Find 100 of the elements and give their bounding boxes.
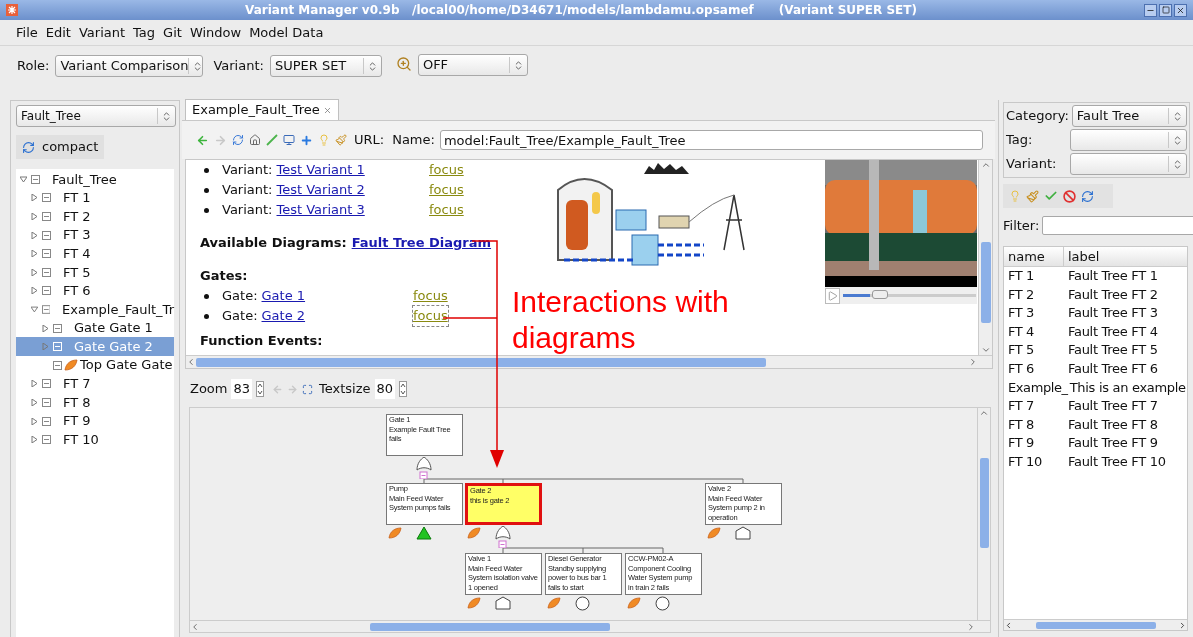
role-select[interactable]: Variant Comparison — [55, 55, 204, 77]
collapsed-icon[interactable] — [31, 231, 38, 239]
tree-item[interactable]: FT 2 — [16, 207, 174, 226]
spinner-icon[interactable] — [399, 381, 408, 397]
variant-link[interactable]: Test Variant 1 — [276, 160, 365, 180]
scroll-left-icon[interactable] — [1004, 620, 1013, 630]
plus-icon[interactable] — [300, 133, 313, 147]
tree-item[interactable]: FT 4 — [16, 244, 174, 263]
menu-item[interactable]: Model Data — [249, 22, 324, 43]
focus-link[interactable]: focus — [429, 180, 464, 200]
collapsed-icon[interactable] — [42, 324, 49, 332]
refresh-icon[interactable] — [232, 134, 244, 146]
block-icon[interactable] — [1063, 189, 1076, 203]
minimize-button[interactable] — [1144, 3, 1157, 17]
variant-link[interactable]: Test Variant 3 — [276, 200, 365, 220]
forward-icon[interactable] — [214, 133, 227, 147]
variant-link[interactable]: Test Variant 2 — [276, 180, 365, 200]
pencil-icon[interactable] — [266, 134, 278, 146]
menu-item[interactable]: Tag — [133, 22, 156, 43]
back-icon[interactable] — [196, 133, 209, 147]
tree-item[interactable]: Fault_Tree — [16, 170, 174, 189]
diagram-link[interactable]: Fault Tree Diagram — [351, 233, 492, 253]
scroll-right-icon[interactable] — [968, 357, 978, 367]
collapsed-icon[interactable] — [31, 250, 38, 258]
horizontal-scrollbar[interactable] — [1004, 619, 1187, 630]
expanded-icon[interactable] — [31, 305, 38, 313]
zoom-field[interactable]: 83 — [231, 379, 253, 399]
column-header[interactable]: name — [1004, 246, 1064, 266]
home-icon[interactable] — [249, 134, 261, 146]
tree-item[interactable]: FT 9 — [16, 411, 174, 431]
tree-item[interactable]: FT 10 — [16, 430, 174, 449]
collapsed-icon[interactable] — [31, 417, 38, 425]
column-header[interactable]: label — [1064, 246, 1187, 266]
filter-select[interactable]: OFF — [417, 54, 528, 76]
fit-icon[interactable] — [302, 383, 314, 395]
tree-item[interactable]: FT 1 — [16, 188, 174, 208]
scroll-up-icon[interactable] — [980, 160, 991, 170]
variant-label: Variant: — [222, 161, 273, 180]
focus-link[interactable]: focus — [429, 200, 464, 220]
gate-link[interactable]: Gate 1 — [261, 286, 306, 306]
collapsed-icon[interactable] — [31, 213, 38, 220]
tree-select[interactable]: Fault_Tree — [16, 105, 176, 127]
horizontal-scrollbar[interactable] — [186, 355, 992, 368]
tree-item[interactable]: FT 7 — [16, 374, 174, 394]
tree-item[interactable]: FT 3 — [16, 225, 174, 245]
focus-link[interactable]: focus — [413, 306, 448, 326]
collapsed-icon[interactable] — [31, 436, 38, 444]
forward-icon[interactable] — [287, 383, 299, 395]
monitor-icon[interactable] — [283, 134, 295, 146]
collapsed-icon[interactable] — [31, 380, 38, 388]
vertical-scrollbar[interactable] — [977, 408, 990, 620]
collapsed-icon[interactable] — [31, 268, 38, 276]
focus-link[interactable]: focus — [413, 286, 448, 306]
tree-item[interactable]: FT 8 — [16, 393, 174, 412]
gate-link[interactable]: Gate 2 — [261, 306, 306, 326]
slider-thumb[interactable] — [871, 290, 888, 299]
focus-link[interactable]: focus — [429, 160, 464, 180]
brush-icon[interactable] — [335, 134, 347, 146]
brush-icon[interactable] — [1026, 189, 1039, 203]
play-button[interactable] — [825, 287, 840, 304]
textsize-field[interactable]: 80 — [374, 379, 396, 399]
variant-select[interactable]: SUPER SET — [269, 55, 382, 77]
tag-select[interactable] — [1069, 129, 1187, 151]
menu-item[interactable]: Edit — [45, 22, 71, 43]
collapsed-icon[interactable] — [31, 287, 38, 295]
menu-item[interactable]: Window — [189, 22, 242, 43]
tree-item[interactable]: Example_Fault_Tr — [16, 300, 174, 319]
tree-item[interactable]: Gate Gate 1 — [16, 318, 174, 338]
menu-item[interactable]: Variant — [78, 22, 126, 43]
scroll-up-icon[interactable] — [979, 408, 989, 418]
tree-item[interactable]: FT 6 — [16, 281, 174, 301]
horizontal-scrollbar[interactable] — [190, 620, 990, 632]
menu-item[interactable]: File — [16, 22, 38, 43]
close-icon[interactable] — [322, 105, 332, 115]
category-select[interactable]: Fault Tree — [1071, 105, 1187, 127]
check-icon[interactable] — [1044, 189, 1058, 203]
scroll-down-icon[interactable] — [980, 345, 991, 355]
refresh-icon[interactable] — [1081, 189, 1094, 203]
collapsed-icon[interactable] — [31, 398, 38, 406]
tree-item[interactable]: FT 5 — [16, 262, 174, 282]
scroll-left-icon[interactable] — [186, 357, 196, 367]
close-button[interactable] — [1174, 3, 1187, 17]
vertical-scrollbar[interactable] — [978, 160, 992, 355]
tree-item[interactable]: Top Gate Gate — [16, 355, 174, 375]
scroll-right-icon[interactable] — [1178, 620, 1187, 630]
scroll-right-icon[interactable] — [966, 621, 976, 632]
back-icon[interactable] — [272, 383, 284, 395]
tag-label: Tag: — [1006, 131, 1034, 150]
name-field[interactable]: model:Fault_Tree/Example_Fault_Tree — [439, 130, 983, 150]
editor-tab[interactable]: Example_Fault_Tree — [185, 99, 339, 120]
compact-button[interactable]: compact — [16, 135, 104, 159]
maximize-button[interactable] — [1159, 3, 1172, 17]
menu-item[interactable]: Git — [163, 22, 182, 43]
filter-field[interactable] — [1042, 216, 1193, 236]
bulb-icon[interactable] — [318, 134, 330, 146]
spinner-icon[interactable] — [256, 381, 265, 397]
expanded-icon[interactable] — [20, 175, 27, 183]
collapsed-icon[interactable] — [31, 194, 38, 202]
variant-select[interactable] — [1069, 153, 1187, 175]
scroll-left-icon[interactable] — [190, 621, 200, 632]
